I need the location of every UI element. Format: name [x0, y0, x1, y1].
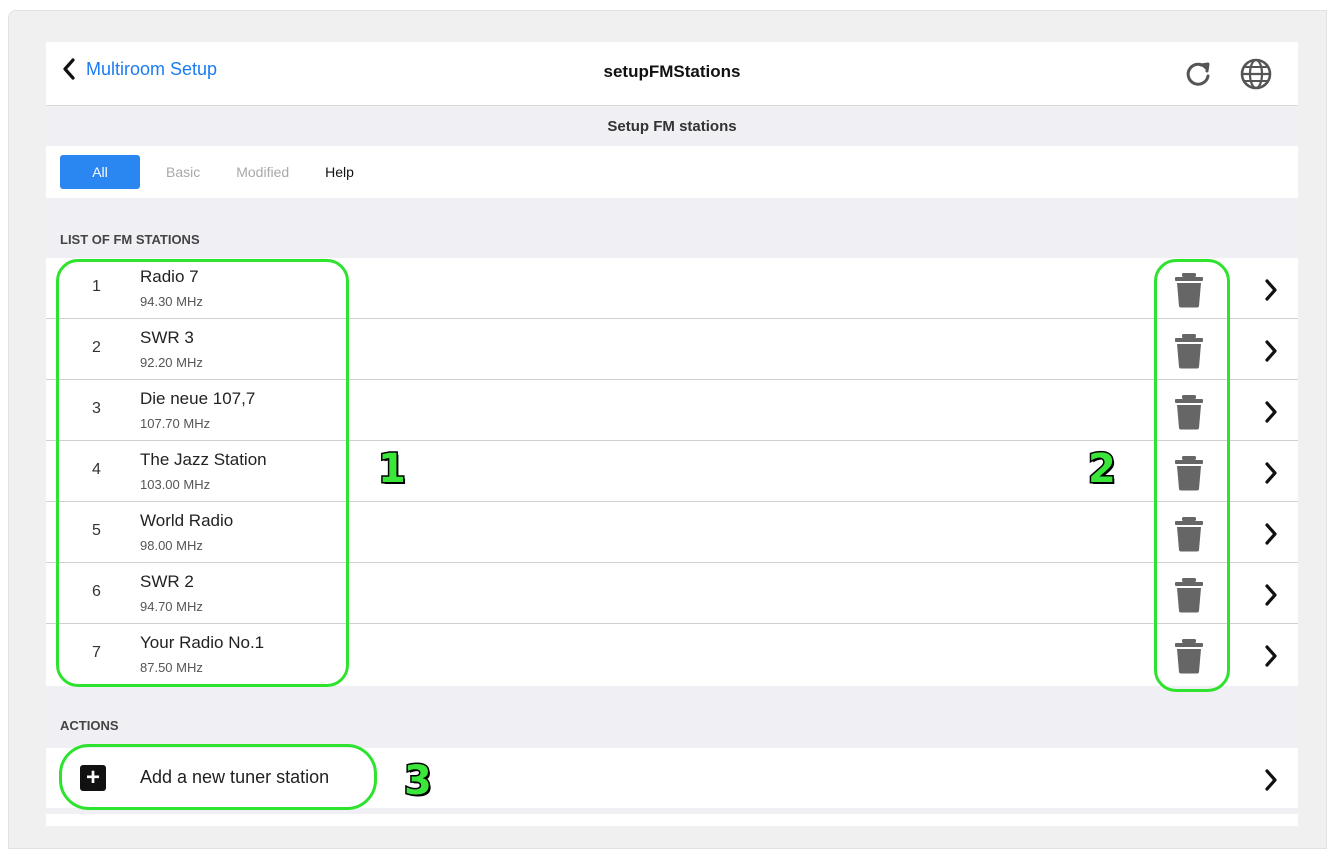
annotation-badge-3: 3	[403, 757, 434, 806]
page-title: setupFMStations	[603, 62, 741, 81]
annotation-badge-1: 1	[377, 445, 408, 494]
actions-section-header: ACTIONS	[60, 718, 119, 733]
globe-icon[interactable]	[1238, 56, 1274, 92]
bottom-strip	[46, 814, 1298, 826]
chevron-right-icon[interactable]	[1264, 279, 1278, 301]
chevron-right-icon[interactable]	[1264, 645, 1278, 667]
chevron-right-icon[interactable]	[1264, 523, 1278, 545]
page-subtitle: Setup FM stations	[46, 107, 1298, 146]
annotation-box-trash	[1154, 259, 1230, 692]
tab-modified[interactable]: Modified	[218, 155, 307, 189]
list-section-header: LIST OF FM STATIONS	[60, 232, 200, 247]
tab-all[interactable]: All	[60, 155, 140, 189]
tab-basic[interactable]: Basic	[148, 155, 218, 189]
annotation-box-stations	[56, 259, 349, 687]
refresh-icon[interactable]	[1180, 56, 1216, 92]
filter-tabs: All Basic Modified Help	[46, 146, 1298, 198]
chevron-right-icon[interactable]	[1264, 462, 1278, 484]
chevron-right-icon[interactable]	[1264, 584, 1278, 606]
annotation-badge-2: 2	[1087, 445, 1118, 494]
annotation-box-add	[59, 744, 377, 810]
chevron-right-icon	[1265, 769, 1277, 791]
chevron-right-icon[interactable]	[1264, 401, 1278, 423]
tab-help[interactable]: Help	[307, 155, 372, 189]
chevron-right-icon[interactable]	[1264, 340, 1278, 362]
nav-bar: Multiroom Setup setupFMStations	[46, 42, 1298, 106]
